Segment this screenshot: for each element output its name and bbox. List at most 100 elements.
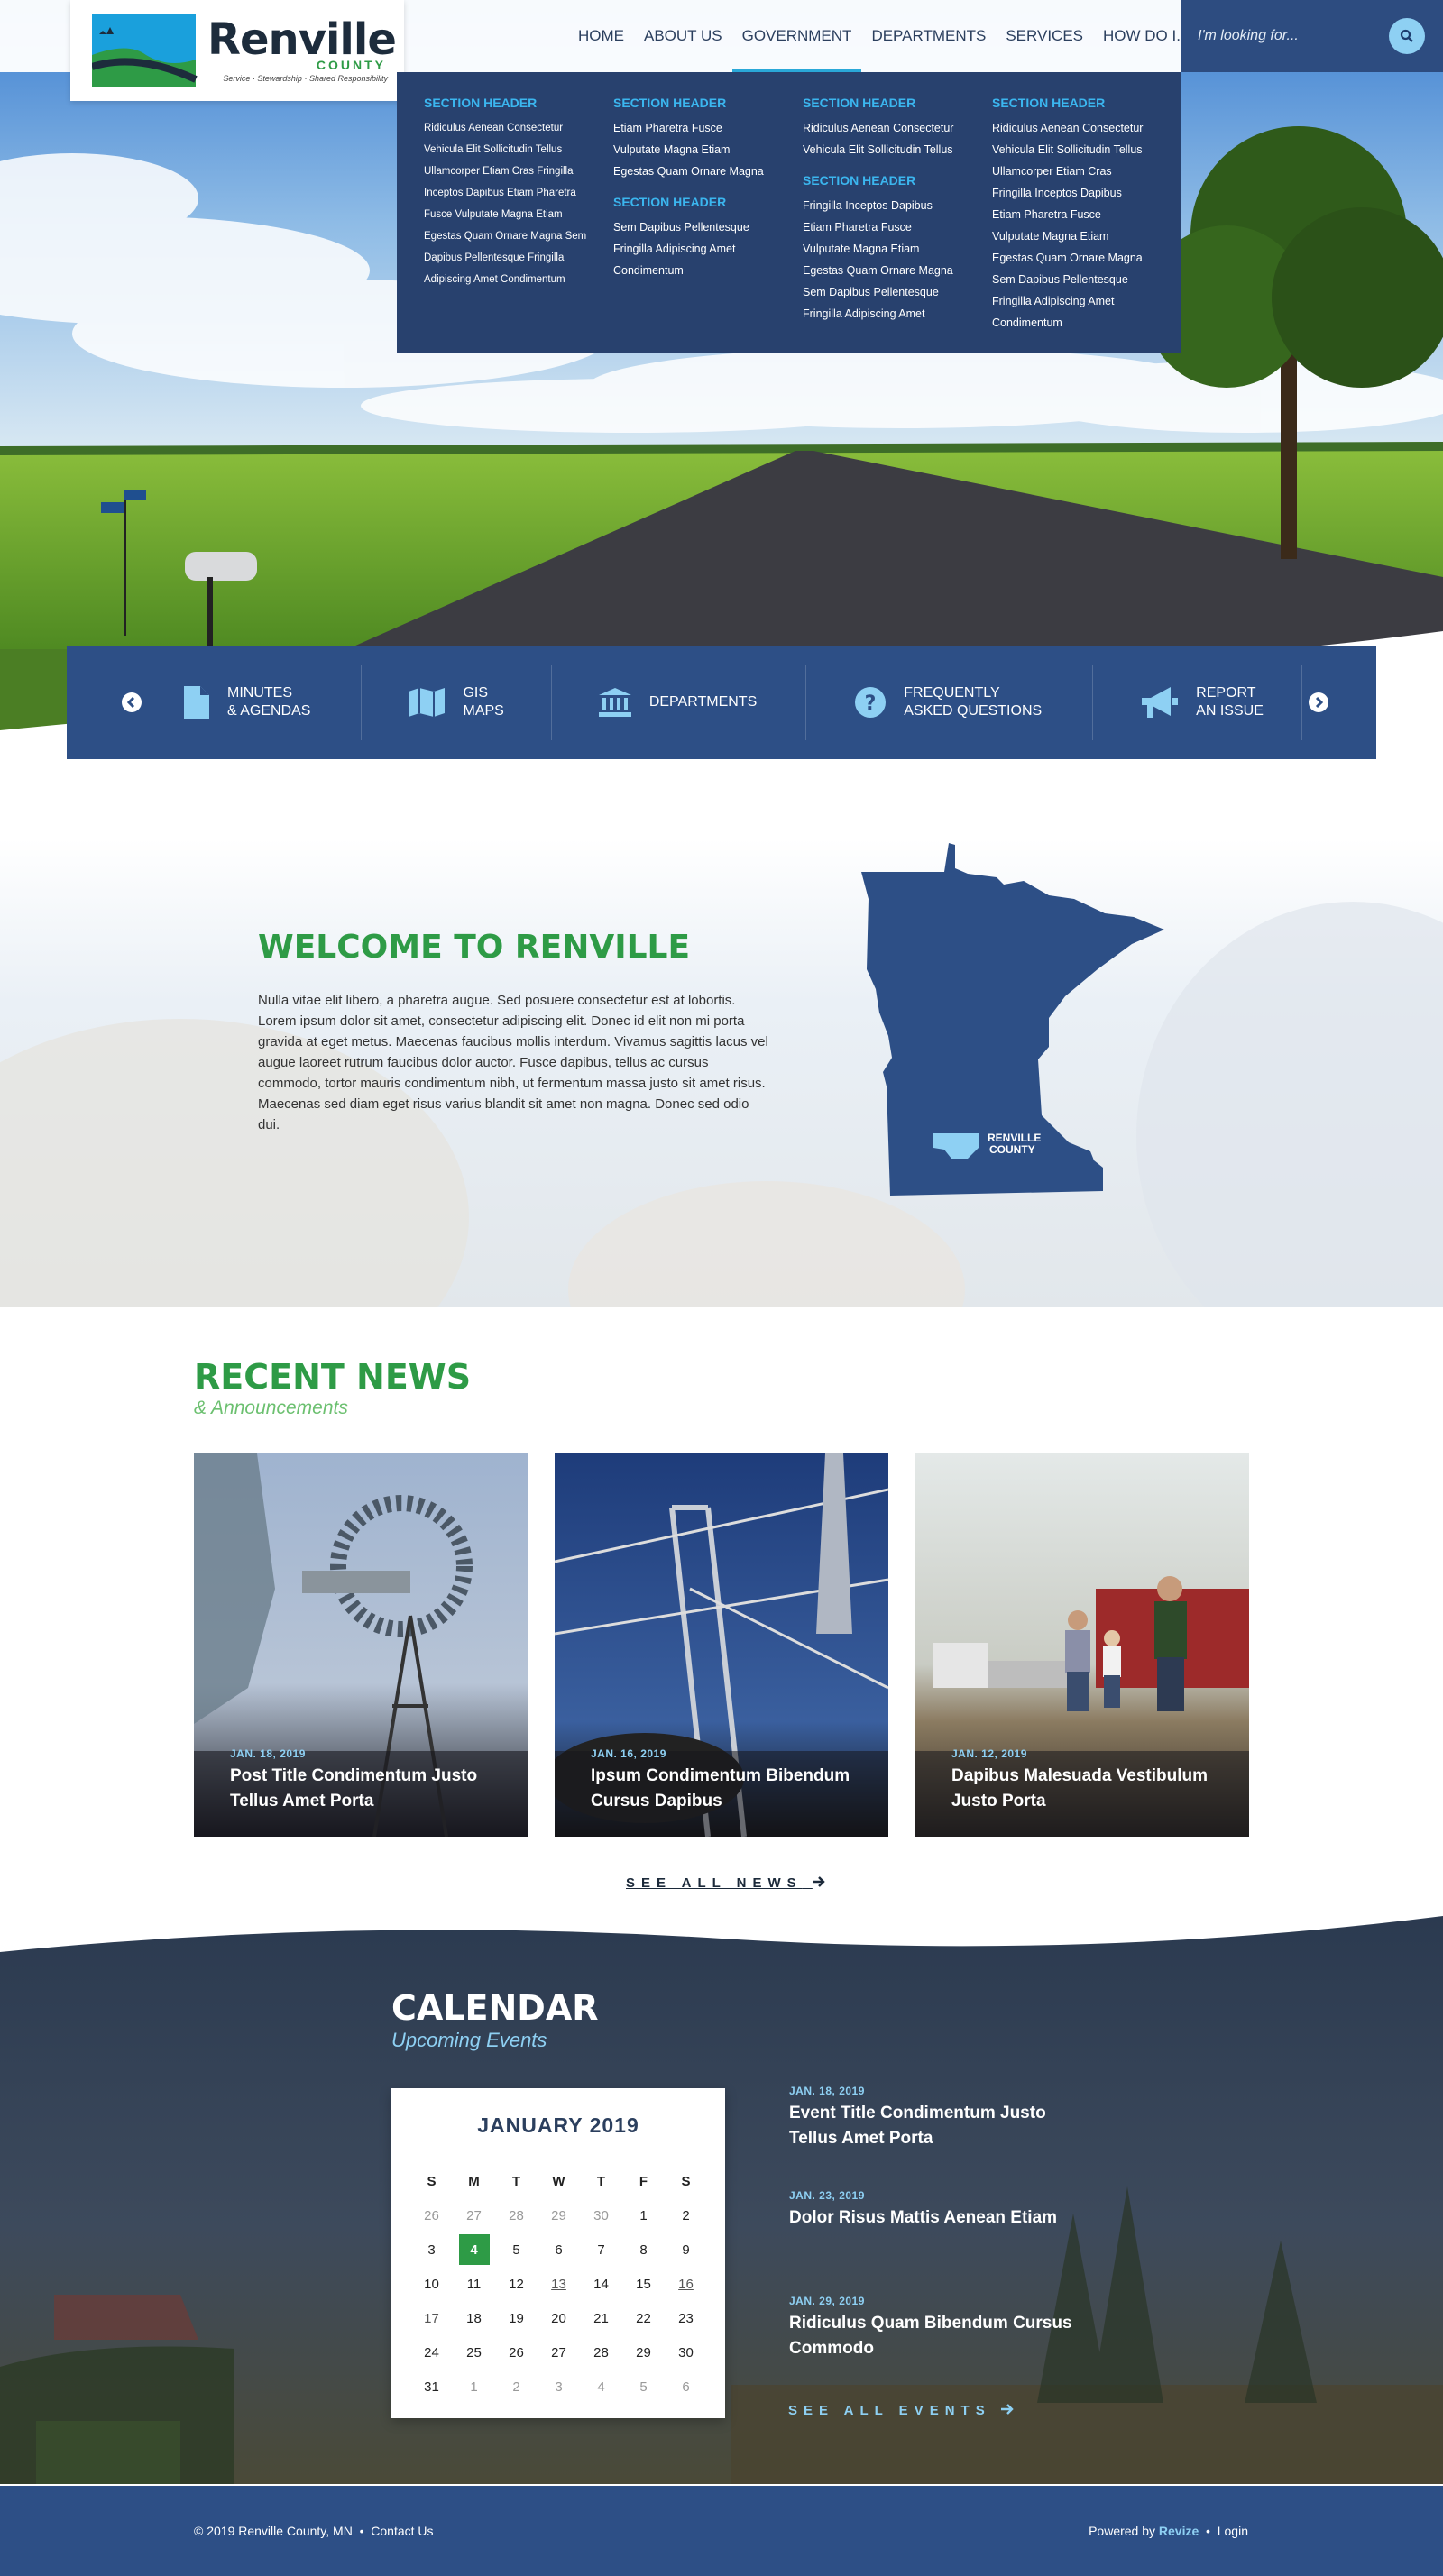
revize-link[interactable]: Revize [1159,2524,1199,2538]
nav-departments[interactable]: DEPARTMENTS [861,0,996,72]
news-card[interactable]: JAN. 12, 2019 Dapibus Malesuada Vestibul… [915,1453,1249,1837]
mega-menu-link[interactable]: Fringilla Inceptos Dapibus [992,182,1181,204]
mega-menu-link[interactable]: Etiam Pharetra Fusce [992,204,1181,225]
county-logo[interactable]: Renville COUNTY Service · Stewardship · … [70,0,404,101]
calendar-day[interactable]: 5 [495,2232,538,2267]
nav-about-us[interactable]: ABOUT US [634,0,732,72]
mega-menu-link[interactable]: Ullamcorper Etiam Cras [992,160,1181,182]
calendar-day-other-month[interactable]: 26 [410,2198,453,2232]
mega-menu-link[interactable]: Etiam Pharetra Fusce [613,117,803,139]
calendar-day-other-month[interactable]: 1 [453,2370,495,2404]
quick-link-gis-maps[interactable]: GIS MAPS [362,665,552,740]
calendar-day[interactable]: 30 [665,2335,707,2370]
quick-link-minutes-agendas[interactable]: MINUTES & AGENDAS [184,665,363,740]
calendar-day[interactable]: 22 [622,2301,665,2335]
calendar-day[interactable]: 20 [538,2301,580,2335]
mega-menu-link[interactable]: Fringilla Adipiscing Amet Condimentum [613,238,803,281]
calendar-day-other-month[interactable]: 3 [538,2370,580,2404]
quick-link-faq[interactable]: ? FREQUENTLY ASKED QUESTIONS [806,665,1094,740]
mega-menu-link[interactable]: Egestas Quam Ornare Magna [613,160,803,182]
news-title-link[interactable]: Ipsum Condimentum Bibendum Cursus Dapibu… [591,1764,861,1814]
calendar-day[interactable]: 26 [495,2335,538,2370]
mega-menu-link[interactable]: Vulputate Magna Etiam [992,225,1181,247]
mega-menu-link[interactable]: Sem Dapibus Pellentesque [613,216,803,238]
mega-menu-link[interactable]: Vehicula Elit Sollicitudin Tellus [992,139,1181,160]
calendar-day[interactable]: 10 [410,2267,453,2301]
event-item[interactable]: JAN. 18, 2019 Event Title Condimentum Ju… [789,2085,1087,2151]
mega-menu-link[interactable]: Adipiscing Amet Condimentum [424,269,613,290]
event-item[interactable]: JAN. 29, 2019 Ridiculus Quam Bibendum Cu… [789,2295,1087,2361]
quick-link-departments[interactable]: DEPARTMENTS [552,665,807,740]
mega-menu-link[interactable]: Egestas Quam Ornare Magna [992,247,1181,269]
calendar-day[interactable]: 12 [495,2267,538,2301]
quick-link-report-issue[interactable]: REPORT AN ISSUE [1093,665,1302,740]
mega-menu-link[interactable]: Ridiculus Aenean Consectetur [424,117,613,139]
event-title[interactable]: Event Title Condimentum Justo Tellus Ame… [789,2101,1087,2151]
mega-menu-link[interactable]: Sem Dapibus Pellentesque [803,281,992,303]
calendar-day-other-month[interactable]: 29 [538,2198,580,2232]
calendar-day[interactable]: 1 [622,2198,665,2232]
calendar-day[interactable]: 11 [453,2267,495,2301]
nav-home[interactable]: HOME [568,0,634,72]
calendar-day[interactable]: 28 [580,2335,622,2370]
calendar-day[interactable]: 27 [538,2335,580,2370]
mega-menu-link[interactable]: Fringilla Inceptos Dapibus [803,195,992,216]
calendar-day[interactable]: 31 [410,2370,453,2404]
calendar-day[interactable]: 13 [538,2267,580,2301]
calendar-day[interactable]: 18 [453,2301,495,2335]
news-title-link[interactable]: Dapibus Malesuada Vestibulum Justo Porta [951,1764,1222,1814]
calendar-day[interactable]: 9 [665,2232,707,2267]
calendar-day-other-month[interactable]: 27 [453,2198,495,2232]
calendar-day-other-month[interactable]: 5 [622,2370,665,2404]
mega-menu-link[interactable]: Ullamcorper Etiam Cras Fringilla [424,160,613,182]
mega-menu-link[interactable]: Vulputate Magna Etiam [803,238,992,260]
calendar-day[interactable]: 2 [665,2198,707,2232]
calendar-day-other-month[interactable]: 30 [580,2198,622,2232]
quick-links-next-button[interactable] [1302,686,1335,719]
search-input[interactable] [1198,22,1387,50]
calendar-day[interactable]: 25 [453,2335,495,2370]
mega-menu-link[interactable]: Etiam Pharetra Fusce [803,216,992,238]
mega-menu-link[interactable]: Dapibus Pellentesque Fringilla [424,247,613,269]
mega-menu-link[interactable]: Ridiculus Aenean Consectetur [992,117,1181,139]
news-card[interactable]: JAN. 18, 2019 Post Title Condimentum Jus… [194,1453,528,1837]
calendar-day-other-month[interactable]: 4 [580,2370,622,2404]
login-link[interactable]: Login [1218,2524,1248,2538]
nav-government[interactable]: GOVERNMENT [731,0,862,72]
mega-menu-link[interactable]: Egestas Quam Ornare Magna Sem [424,225,613,247]
calendar-day-today[interactable]: 4 [453,2232,495,2267]
search-button[interactable] [1389,18,1425,54]
calendar-day[interactable]: 24 [410,2335,453,2370]
mega-menu-link[interactable]: Vulputate Magna Etiam [613,139,803,160]
calendar-day[interactable]: 16 [665,2267,707,2301]
mega-menu-link[interactable]: Ridiculus Aenean Consectetur [803,117,992,139]
mega-menu-link[interactable]: Fringilla Adipiscing Amet [803,303,992,325]
calendar-day[interactable]: 15 [622,2267,665,2301]
mega-menu-link[interactable]: Inceptos Dapibus Etiam Pharetra [424,182,613,204]
quick-links-prev-button[interactable] [115,686,148,719]
calendar-day[interactable]: 19 [495,2301,538,2335]
calendar-day[interactable]: 8 [622,2232,665,2267]
mega-menu-link[interactable]: Egestas Quam Ornare Magna [803,260,992,281]
event-title[interactable]: Ridiculus Quam Bibendum Cursus Commodo [789,2311,1087,2361]
calendar-day[interactable]: 7 [580,2232,622,2267]
mega-menu-link[interactable]: Fringilla Adipiscing Amet Condimentum [992,290,1154,334]
see-all-events-link[interactable]: SEE ALL EVENTS [788,2403,1014,2418]
calendar-day[interactable]: 6 [538,2232,580,2267]
event-title[interactable]: Dolor Risus Mattis Aenean Etiam [789,2205,1087,2231]
calendar-day-other-month[interactable]: 6 [665,2370,707,2404]
calendar-day[interactable]: 21 [580,2301,622,2335]
calendar-day[interactable]: 14 [580,2267,622,2301]
see-all-news-link[interactable]: SEE ALL NEWS [626,1875,825,1891]
calendar-day-other-month[interactable]: 28 [495,2198,538,2232]
calendar-day[interactable]: 3 [410,2232,453,2267]
nav-services[interactable]: SERVICES [996,0,1093,72]
calendar-day[interactable]: 29 [622,2335,665,2370]
mega-menu-link[interactable]: Sem Dapibus Pellentesque [992,269,1181,290]
mega-menu-link[interactable]: Vehicula Elit Sollicitudin Tellus [424,139,613,160]
mega-menu-link[interactable]: Fusce Vulputate Magna Etiam [424,204,613,225]
event-item[interactable]: JAN. 23, 2019 Dolor Risus Mattis Aenean … [789,2189,1087,2231]
mega-menu-link[interactable]: Vehicula Elit Sollicitudin Tellus [803,139,992,160]
calendar-day[interactable]: 17 [410,2301,453,2335]
calendar-day[interactable]: 23 [665,2301,707,2335]
